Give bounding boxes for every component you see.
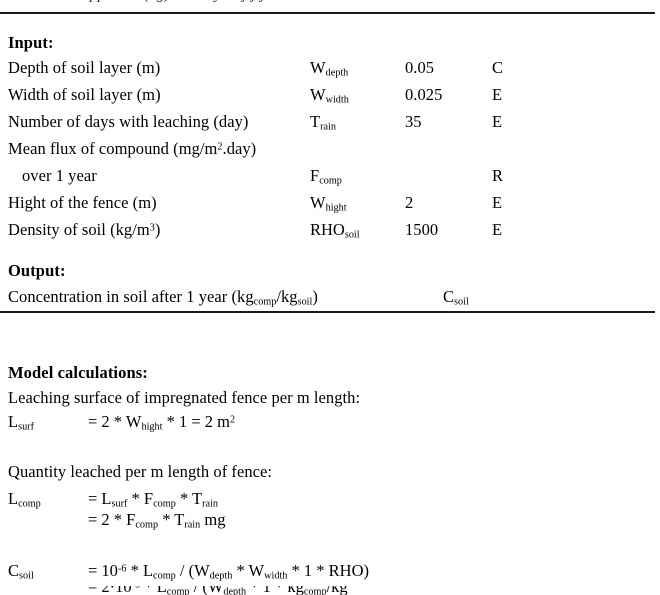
symbol-subscript: rain [320,121,336,133]
sub-depth: depth [223,586,247,595]
clipped-header-text: appendix (kg) toxicity ... j/j/j [82,0,265,4]
sub-surf: surf [111,498,128,510]
input-row-value: 0.025 [405,85,443,104]
symbol-base: W [310,58,326,77]
clipped-footer-line: = 2·10-5 * Lcomp / (Wdepth * 1 * kgcomp/… [0,586,655,595]
clipped-header-line: appendix (kg) toxicity ... j/j/j [0,0,655,5]
equation-part-a: = 2 * W [88,412,142,431]
input-row-label: Depth of soil layer (m) [8,58,161,77]
sub-depth: depth [209,570,233,582]
input-row-flag: E [492,112,503,131]
sub-comp: comp [166,586,190,595]
output-row-symbol: Csoil [443,287,469,307]
input-row-label-suffix: ) [154,220,161,239]
sub-width: width [264,570,288,582]
symbol-base: RHO [310,220,345,239]
input-row-flag: R [492,166,504,185]
symbol-base: L [8,412,19,431]
symbol-subscript: soil [19,570,34,582]
input-row-label-suffix: .day) [222,139,257,158]
sub-comp: comp [153,570,176,582]
symbol-subscript: hight [325,202,347,214]
output-label-part-a: Concentration in soil after 1 year (kg [8,287,254,306]
input-row-symbol: Wwidth [310,85,349,105]
model-block2-label: Lcomp [8,489,41,509]
input-row-label-prefix: Density of soil (kg/m [8,220,150,239]
input-row-flag: E [492,85,503,104]
symbol-subscript: depth [325,67,349,79]
input-row-symbol: Whight [310,193,347,213]
model-block3-equation-line2: = 2·10-5 * Lcomp / (Wdepth * 1 * kgcomp/… [88,586,348,595]
input-row-symbol: Wdepth [310,58,348,78]
input-row-label: Density of soil (kg/m3) [8,220,160,240]
model-block3-label: Csoil [8,561,34,581]
input-row-label: Number of days with leaching (day) [8,112,249,131]
output-label-subscript-a: comp [253,296,277,308]
input-row-label: Mean flux of compound (mg/m2.day) [8,139,256,159]
document-page: appendix (kg) toxicity ... j/j/j Input: … [0,0,660,595]
input-row-label: over 1 year [22,166,97,185]
model-block1-label: Lsurf [8,412,34,432]
input-row-flag: C [492,58,504,77]
input-row-value: 1500 [405,220,439,239]
sub-comp: comp [135,519,159,531]
symbol-base: C [8,561,20,580]
symbol-subscript: comp [319,175,342,187]
sub-comp-2: comp [303,586,327,595]
symbol-base: T [310,112,321,131]
input-row-label: Width of soil layer (m) [8,85,161,104]
input-row-value: 35 [405,112,422,131]
rule-top [0,12,655,14]
symbol-subscript: soil [454,296,469,308]
sup-minus-five: -5 [132,586,141,590]
symbol-subscript: comp [18,498,41,510]
input-section-heading: Input: [8,33,54,52]
rule-after-output [0,311,655,313]
output-section-heading: Output: [8,261,66,280]
sub-rain: rain [202,498,218,510]
sub-comp: comp [153,498,176,510]
symbol-base: W [310,85,326,104]
output-row-label: Concentration in soil after 1 year (kgco… [8,287,318,307]
sup-minus-six: -6 [117,563,127,575]
model-block1-equation: = 2 * Whight * 1 = 2 m2 [88,412,235,432]
symbol-subscript: surf [18,421,34,433]
sub-rain: rain [184,519,201,531]
output-label-part-b: /kg [276,287,298,306]
symbol-base: C [443,287,455,306]
symbol-subscript: width [325,94,349,106]
input-row-value: 0.05 [405,58,435,77]
input-row-flag: E [492,220,503,239]
equation-part-b: * 1 = 2 m [162,412,230,431]
input-row-label-prefix: Mean flux of compound (mg/m [8,139,218,158]
model-block1-caption: Leaching surface of impregnated fence pe… [8,388,361,407]
equation-superscript: 2 [230,414,236,426]
model-block3-equation-line1: = 10-6 * Lcomp / (Wdepth * Wwidth * 1 * … [88,561,370,582]
symbol-base: W [310,193,326,212]
input-row-symbol: Train [310,112,336,132]
symbol-subscript: soil [344,229,360,241]
input-row-flag: E [492,193,503,212]
model-block2-caption: Quantity leached per m length of fence: [8,462,273,481]
input-row-value: 2 [405,193,414,212]
input-row-label: Hight of the fence (m) [8,193,157,212]
model-block2-equation-line1: = Lsurf * Fcomp * Train [88,489,218,510]
model-block2-equation-line2: = 2 * Fcomp * Train mg [88,510,226,531]
output-label-subscript-b: soil [297,296,313,308]
output-label-part-c: ) [312,287,318,306]
model-section-heading: Model calculations: [8,363,148,382]
symbol-base: F [310,166,320,185]
input-row-symbol: Fcomp [310,166,342,186]
input-row-symbol: RHOsoil [310,220,360,240]
equation-subscript: hight [141,421,163,433]
symbol-base: L [8,489,19,508]
